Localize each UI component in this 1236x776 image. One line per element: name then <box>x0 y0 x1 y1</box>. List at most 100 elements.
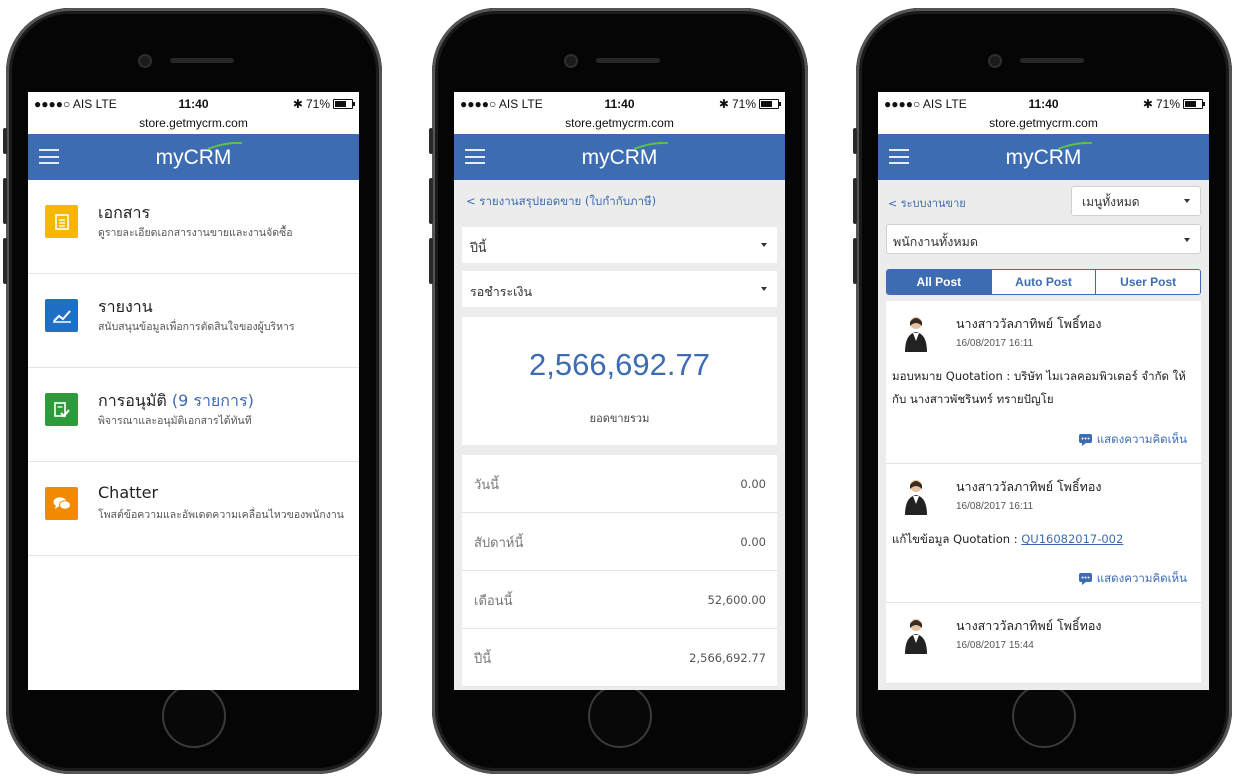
menu-title: เอกสาร <box>98 203 151 222</box>
total-sales-value: 2,566,692.77 <box>528 347 710 382</box>
stat-row: วันนี้ 0.00 <box>462 455 777 513</box>
menu-item-documents[interactable]: เอกสาร ดูรายละเอียดเอกสารงานขายและงานจัด… <box>28 180 359 274</box>
post-author[interactable]: นางสาววัลภาทิพย์ โพธิ์ทอง <box>956 477 1101 497</box>
stat-row: ปีนี้ 2,566,692.77 <box>462 629 777 687</box>
app-header: myCRM <box>28 134 359 180</box>
app-logo: myCRM <box>28 142 359 170</box>
logo-swoosh-icon <box>207 142 242 150</box>
status-select[interactable]: รอชำระเงิน <box>462 271 777 307</box>
comment-icon <box>1078 573 1092 585</box>
front-camera <box>988 54 1002 68</box>
battery-percent: 71% <box>1155 97 1180 111</box>
front-camera <box>138 54 152 68</box>
bluetooth-icon: ✱ <box>718 97 729 111</box>
post-time: 16/08/2017 16:11 <box>956 501 1034 512</box>
menu-desc: พิจารณาและอนุมัติเอกสารได้ทันที <box>98 415 252 427</box>
app-logo: myCRM <box>878 142 1209 170</box>
breadcrumb[interactable]: < ระบบงานขาย <box>888 194 966 212</box>
report-body: < รายงานสรุปยอดขาย (ใบกำกับภาษี) ปีนี้ ร… <box>454 180 785 690</box>
url-bar[interactable]: store.getmycrm.com <box>878 116 1209 134</box>
post-item: นางสาววัลภาทิพย์ โพธิ์ทอง 16/08/2017 16:… <box>886 464 1201 603</box>
volume-down-button <box>853 238 857 284</box>
screen-chatter: ●●●●○ AIS LTE 11:40 ✱ 71% store.getmycrm… <box>878 92 1209 690</box>
employee-filter-select[interactable]: พนักงานทั้งหมด <box>886 224 1201 254</box>
battery-icon <box>759 99 781 109</box>
bluetooth-icon: ✱ <box>292 97 303 111</box>
chevron-down-icon <box>761 287 767 291</box>
document-icon <box>45 205 78 238</box>
volume-down-button <box>429 238 433 284</box>
phone-frame-home: ●●●●○ AIS LTE 11:40 ✱ 71% store.getmycrm… <box>3 8 382 774</box>
menu-filter-select[interactable]: เมนูทั้งหมด <box>1071 186 1201 216</box>
period-select[interactable]: ปีนี้ <box>462 227 777 263</box>
logo-swoosh-icon <box>1057 142 1092 150</box>
app-header: myCRM <box>454 134 785 180</box>
app-header: myCRM <box>878 134 1209 180</box>
chevron-down-icon <box>1184 199 1190 203</box>
mute-switch <box>853 128 857 154</box>
menu-desc: โพสต์ข้อความและอัพเดตความเคลื่อนไหวของพน… <box>98 509 344 521</box>
post-author[interactable]: นางสาววัลภาทิพย์ โพธิ์ทอง <box>956 616 1101 636</box>
menu-item-reports[interactable]: รายงาน สนับสนุนข้อมูลเพื่อการตัดสินใจของ… <box>28 274 359 368</box>
front-camera <box>564 54 578 68</box>
chat-icon <box>45 487 78 520</box>
mute-switch <box>3 128 7 154</box>
menu-desc: สนับสนุนข้อมูลเพื่อการตัดสินใจของผู้บริห… <box>98 321 295 333</box>
home-button[interactable] <box>162 684 226 748</box>
menu-title: รายงาน <box>98 297 153 316</box>
volume-up-button <box>429 178 433 224</box>
menu-item-approval[interactable]: การอนุมัติ (9 รายการ) พิจารณาและอนุมัติเ… <box>28 368 359 462</box>
post-item: นางสาววัลภาทิพย์ โพธิ์ทอง 16/08/2017 15:… <box>886 603 1201 684</box>
avatar <box>905 480 927 515</box>
total-sales-card: 2,566,692.77 ยอดขายรวม <box>462 317 777 445</box>
quotation-link[interactable]: QU16082017-002 <box>1021 532 1123 546</box>
post-time: 16/08/2017 16:11 <box>956 338 1034 349</box>
total-sales-label: ยอดขายรวม <box>589 412 650 425</box>
approve-icon <box>45 393 78 426</box>
volume-down-button <box>3 238 7 284</box>
url-bar[interactable]: store.getmycrm.com <box>454 116 785 134</box>
menu-title: การอนุมัติ (9 รายการ) <box>98 391 254 410</box>
volume-up-button <box>853 178 857 224</box>
show-comments-link[interactable]: แสดงความคิดเห็น <box>1078 431 1187 449</box>
stat-row: เดือนนี้ 52,600.00 <box>462 571 777 629</box>
post-author[interactable]: นางสาววัลภาทิพย์ โพธิ์ทอง <box>956 314 1101 334</box>
post-message: มอบหมาย Quotation : บริษัท ไมเวลคอมพิวเต… <box>892 369 1186 406</box>
earpiece-speaker <box>1020 58 1084 63</box>
battery-icon <box>333 99 355 109</box>
post-time: 16/08/2017 15:44 <box>956 640 1034 651</box>
breadcrumb[interactable]: < รายงานสรุปยอดขาย (ใบกำกับภาษี) <box>462 180 777 219</box>
bluetooth-icon: ✱ <box>1142 97 1153 111</box>
post-tabs: All Post Auto Post User Post <box>886 269 1201 295</box>
home-button[interactable] <box>588 684 652 748</box>
chatter-body: < ระบบงานขาย เมนูทั้งหมด พนักงานทั้งหมด … <box>878 180 1209 690</box>
post-message: แก้ไขข้อมูล Quotation : QU16082017-002 <box>892 532 1124 546</box>
stat-row: สัปดาห์นี้ 0.00 <box>462 513 777 571</box>
menu-item-chatter[interactable]: Chatter โพสต์ข้อความและอัพเดตความเคลื่อน… <box>28 462 359 556</box>
status-bar: ●●●●○ AIS LTE 11:40 ✱ 71% <box>454 92 785 116</box>
status-bar: ●●●●○ AIS LTE 11:40 ✱ 71% <box>878 92 1209 116</box>
avatar <box>905 619 927 654</box>
screen-home: ●●●●○ AIS LTE 11:40 ✱ 71% store.getmycrm… <box>28 92 359 690</box>
sales-breakdown-list: วันนี้ 0.00 สัปดาห์นี้ 0.00 เดือนนี้ 52,… <box>462 455 777 687</box>
menu-desc: ดูรายละเอียดเอกสารงานขายและงานจัดซื้อ <box>98 227 293 239</box>
tab-auto-post[interactable]: Auto Post <box>990 270 1096 294</box>
screen-sales-report: ●●●●○ AIS LTE 11:40 ✱ 71% store.getmycrm… <box>454 92 785 690</box>
url-bar[interactable]: store.getmycrm.com <box>28 116 359 134</box>
earpiece-speaker <box>170 58 234 63</box>
comment-icon <box>1078 434 1092 446</box>
show-comments-link[interactable]: แสดงความคิดเห็น <box>1078 570 1187 588</box>
home-button[interactable] <box>1012 684 1076 748</box>
battery-icon <box>1183 99 1205 109</box>
tab-user-post[interactable]: User Post <box>1095 270 1200 294</box>
chevron-down-icon <box>1184 238 1190 242</box>
tab-all-post[interactable]: All Post <box>887 270 991 294</box>
avatar <box>905 317 927 352</box>
approval-count-badge: (9 รายการ) <box>171 391 254 410</box>
phone-frame-report: ●●●●○ AIS LTE 11:40 ✱ 71% store.getmycrm… <box>429 8 808 774</box>
status-bar: ●●●●○ AIS LTE 11:40 ✱ 71% <box>28 92 359 116</box>
chevron-down-icon <box>761 243 767 247</box>
app-logo: myCRM <box>454 142 785 170</box>
logo-swoosh-icon <box>633 142 668 150</box>
mute-switch <box>429 128 433 154</box>
